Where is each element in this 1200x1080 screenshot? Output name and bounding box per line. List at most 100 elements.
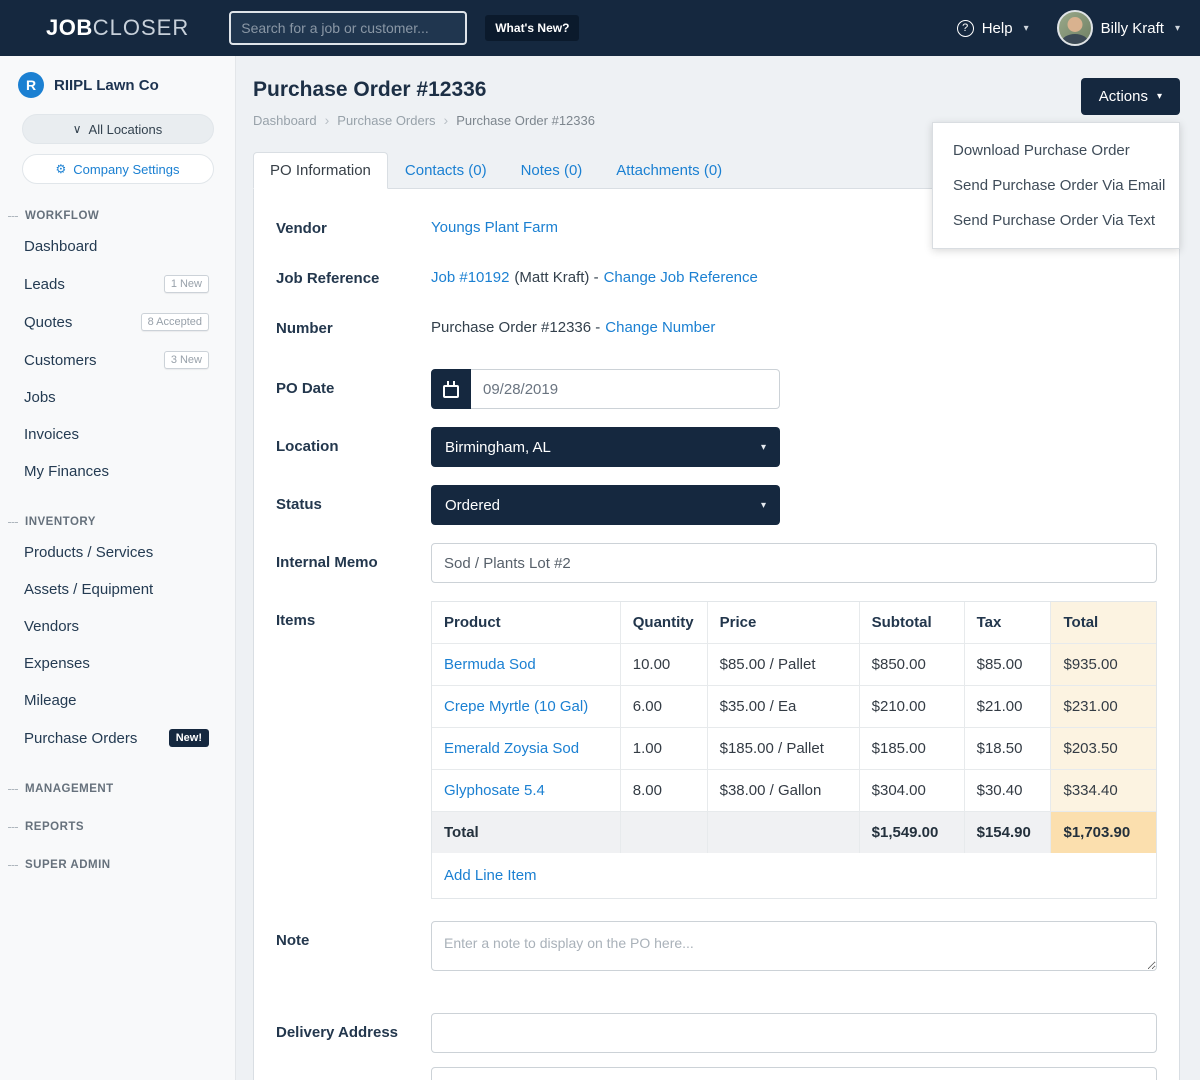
- company-avatar: R: [18, 72, 44, 98]
- po-date-input[interactable]: [471, 369, 780, 409]
- product-link[interactable]: Glyphosate 5.4: [444, 782, 545, 799]
- company-name: RIIPL Lawn Co: [54, 77, 159, 94]
- logo-text-light: CLOSER: [93, 15, 189, 40]
- header-price: Price: [707, 602, 859, 644]
- chevron-down-icon: ▾: [1175, 23, 1180, 34]
- tab-notes[interactable]: Notes (0): [504, 152, 600, 189]
- add-line-item-link[interactable]: Add Line Item: [444, 867, 537, 884]
- delivery-address-line2-input[interactable]: [431, 1067, 1157, 1080]
- status-row: Status Ordered ▾: [276, 485, 1157, 525]
- tab-po-information[interactable]: PO Information: [253, 152, 388, 189]
- user-menu[interactable]: Billy Kraft ▾: [1057, 10, 1180, 46]
- items-row: Items Product Quantity Price Subtotal Ta…: [276, 601, 1157, 899]
- whats-new-button[interactable]: What's New?: [485, 15, 579, 41]
- cell-price: $85.00 / Pallet: [707, 644, 859, 686]
- caret-down-icon: ▾: [761, 442, 766, 453]
- section-header-reports[interactable]: REPORTS: [0, 821, 235, 833]
- total-row-tax: $154.90: [964, 812, 1051, 854]
- section-dash: [8, 827, 18, 828]
- user-name: Billy Kraft: [1101, 20, 1164, 37]
- job-reference-label: Job Reference: [276, 269, 431, 287]
- sidebar-item-assets-equipment[interactable]: Assets / Equipment: [0, 571, 235, 608]
- cell-quantity: 1.00: [620, 728, 707, 770]
- change-job-reference-link[interactable]: Change Job Reference: [604, 269, 758, 286]
- sidebar-item-customers[interactable]: Customers3 New: [0, 341, 235, 379]
- sidebar-item-leads[interactable]: Leads1 New: [0, 265, 235, 303]
- menu-item-download-po[interactable]: Download Purchase Order: [933, 133, 1179, 168]
- job-reference-row: Job Reference Job #10192(Matt Kraft) -Ch…: [276, 269, 1157, 287]
- chevron-down-icon: ▾: [1024, 23, 1029, 34]
- location-select[interactable]: Birmingham, AL ▾: [431, 427, 780, 467]
- header-quantity: Quantity: [620, 602, 707, 644]
- product-link[interactable]: Bermuda Sod: [444, 656, 536, 673]
- change-number-link[interactable]: Change Number: [605, 319, 715, 336]
- menu-item-send-po-text[interactable]: Send Purchase Order Via Text: [933, 203, 1179, 238]
- items-label: Items: [276, 601, 431, 899]
- location-label: Location: [276, 427, 431, 467]
- breadcrumb-separator-icon: ›: [325, 112, 330, 128]
- customers-badge: 3 New: [164, 351, 209, 369]
- cell-tax: $85.00: [964, 644, 1051, 686]
- delivery-address-line1-input[interactable]: [431, 1013, 1157, 1053]
- sidebar-item-my-finances[interactable]: My Finances: [0, 453, 235, 490]
- cell-subtotal: $850.00: [859, 644, 964, 686]
- cell-price: $185.00 / Pallet: [707, 728, 859, 770]
- vendor-link[interactable]: Youngs Plant Farm: [431, 219, 558, 236]
- section-dash: [8, 216, 18, 217]
- sidebar-item-mileage[interactable]: Mileage: [0, 682, 235, 719]
- user-avatar: [1057, 10, 1093, 46]
- cell-quantity: 10.00: [620, 644, 707, 686]
- all-locations-dropdown[interactable]: ∨ All Locations: [22, 114, 214, 144]
- help-label: Help: [982, 20, 1013, 37]
- header-total: Total: [1051, 602, 1156, 644]
- menu-item-send-po-email[interactable]: Send Purchase Order Via Email: [933, 168, 1179, 203]
- tab-attachments[interactable]: Attachments (0): [599, 152, 739, 189]
- po-date-label: PO Date: [276, 369, 431, 409]
- product-link[interactable]: Crepe Myrtle (10 Gal): [444, 698, 588, 715]
- items-header-row: Product Quantity Price Subtotal Tax Tota…: [432, 602, 1156, 644]
- purchase-orders-new-badge: New!: [169, 729, 209, 747]
- header-subtotal: Subtotal: [859, 602, 964, 644]
- note-row: Note: [276, 921, 1157, 975]
- company-settings-button[interactable]: ⚙ Company Settings: [22, 154, 214, 184]
- global-search-input[interactable]: [229, 11, 467, 45]
- navbar-right: ? Help ▾ Billy Kraft ▾: [957, 10, 1180, 46]
- section-header-management[interactable]: MANAGEMENT: [0, 783, 235, 795]
- product-link[interactable]: Emerald Zoysia Sod: [444, 740, 579, 757]
- avatar-face: [1067, 17, 1082, 32]
- help-menu[interactable]: ? Help ▾: [957, 20, 1029, 37]
- app-logo[interactable]: JOBCLOSER: [46, 15, 189, 41]
- breadcrumb-dashboard[interactable]: Dashboard: [253, 113, 317, 128]
- calendar-button[interactable]: [431, 369, 471, 409]
- section-dash: [8, 865, 18, 866]
- total-row-grand-total: $1,703.90: [1051, 812, 1156, 854]
- tab-contacts[interactable]: Contacts (0): [388, 152, 504, 189]
- sidebar-item-invoices[interactable]: Invoices: [0, 416, 235, 453]
- actions-button[interactable]: Actions ▾: [1081, 78, 1180, 115]
- sidebar-item-products-services[interactable]: Products / Services: [0, 534, 235, 571]
- sidebar-item-vendors[interactable]: Vendors: [0, 608, 235, 645]
- section-header-super-admin[interactable]: SUPER ADMIN: [0, 859, 235, 871]
- number-row: Number Purchase Order #12336 -Change Num…: [276, 319, 1157, 337]
- sidebar-item-expenses[interactable]: Expenses: [0, 645, 235, 682]
- job-link[interactable]: Job #10192: [431, 269, 509, 286]
- leads-badge: 1 New: [164, 275, 209, 293]
- chevron-down-icon: ∨: [73, 122, 82, 136]
- sidebar-item-quotes[interactable]: Quotes8 Accepted: [0, 303, 235, 341]
- note-textarea[interactable]: [431, 921, 1157, 971]
- sidebar-item-dashboard[interactable]: Dashboard: [0, 228, 235, 265]
- section-dash: [8, 789, 18, 790]
- company-header[interactable]: R RIIPL Lawn Co: [0, 72, 235, 114]
- sidebar: R RIIPL Lawn Co ∨ All Locations ⚙ Compan…: [0, 56, 236, 1080]
- internal-memo-input[interactable]: [431, 543, 1157, 583]
- breadcrumb-separator-icon: ›: [444, 112, 449, 128]
- sidebar-item-purchase-orders[interactable]: Purchase OrdersNew!: [0, 719, 235, 757]
- top-navbar: JOBCLOSER What's New? ? Help ▾ Billy Kra…: [0, 0, 1200, 56]
- status-select[interactable]: Ordered ▾: [431, 485, 780, 525]
- sidebar-item-jobs[interactable]: Jobs: [0, 379, 235, 416]
- po-date-row: PO Date: [276, 369, 1157, 409]
- cell-tax: $21.00: [964, 686, 1051, 728]
- vendor-label: Vendor: [276, 219, 431, 237]
- cell-quantity: 8.00: [620, 770, 707, 812]
- breadcrumb-purchase-orders[interactable]: Purchase Orders: [337, 113, 435, 128]
